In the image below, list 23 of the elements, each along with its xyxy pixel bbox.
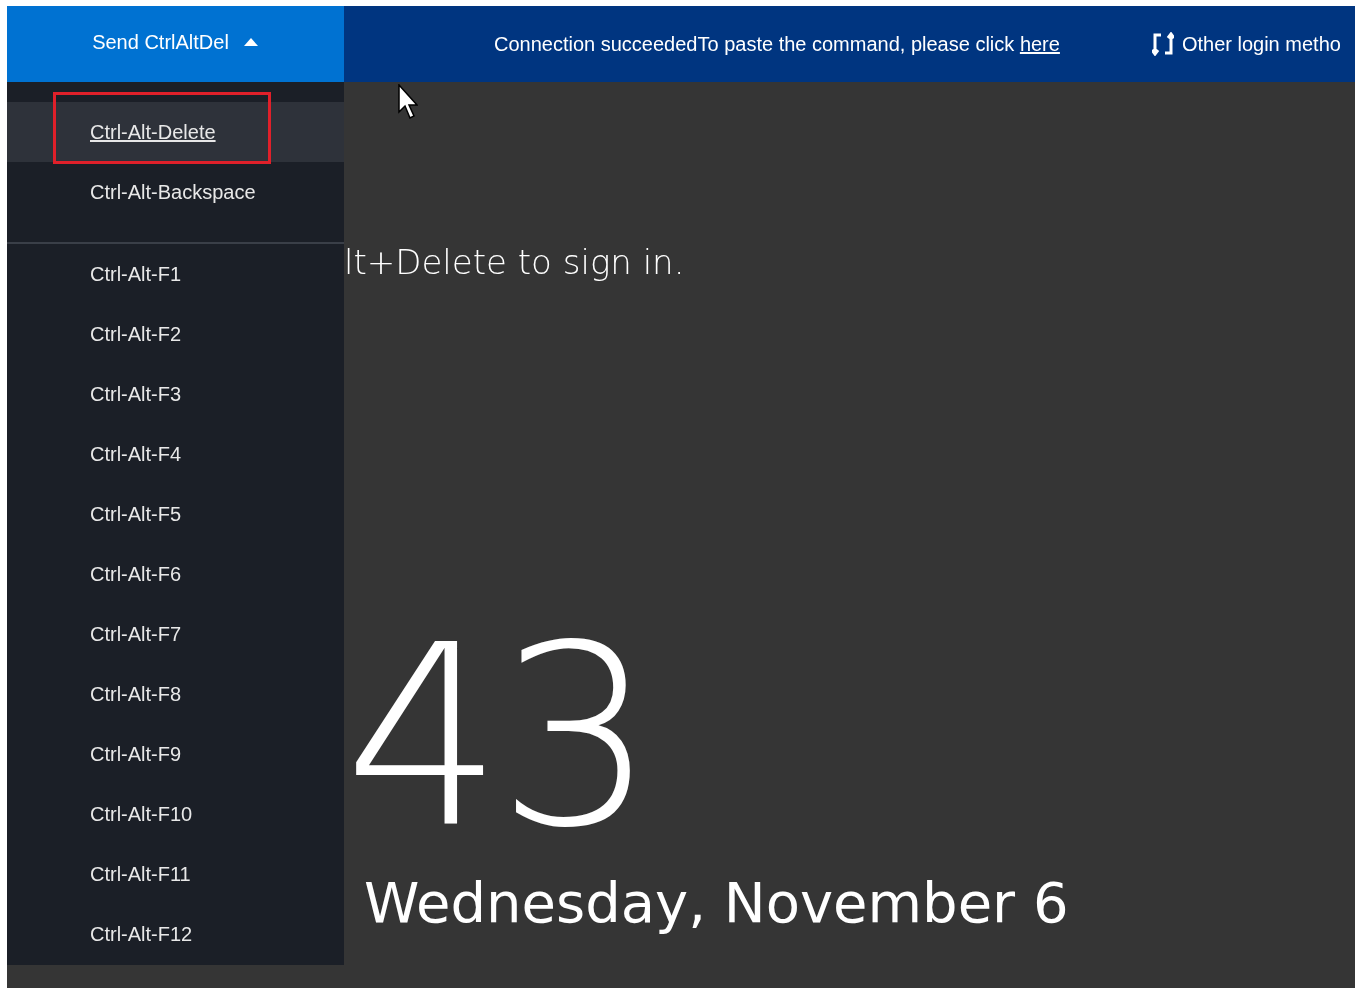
caret-icon: [242, 37, 259, 47]
menu-item[interactable]: Ctrl-Alt-Delete: [7, 102, 344, 162]
menu-item[interactable]: Ctrl-Alt-F5: [7, 484, 344, 544]
menu-item[interactable]: Ctrl-Alt-F6: [7, 544, 344, 604]
menu-item[interactable]: Ctrl-Alt-F8: [7, 664, 344, 724]
menu-item[interactable]: Ctrl-Alt-F11: [7, 844, 344, 904]
clock-date: Wednesday, November 6: [364, 870, 1070, 935]
send-ctrlaltdel-button[interactable]: Send CtrlAltDel: [7, 6, 344, 82]
connection-message: Connection succeededTo paste the command, please click here: [494, 32, 1060, 56]
menu-item[interactable]: Ctrl-Alt-F4: [7, 424, 344, 484]
menu-item[interactable]: Ctrl-Alt-F7: [7, 604, 344, 664]
clock-time: 43: [344, 612, 651, 862]
menu-item[interactable]: Ctrl-Alt-Backspace: [7, 162, 344, 222]
menu-item[interactable]: Ctrl-Alt-F9: [7, 724, 344, 784]
menu-item[interactable]: Ctrl-Alt-F10: [7, 784, 344, 844]
menu-item[interactable]: Ctrl-Alt-F12: [7, 904, 344, 964]
here-link[interactable]: here: [1019, 32, 1060, 55]
menu-item[interactable]: Ctrl-Alt-F3: [7, 364, 344, 424]
swap-icon: [1151, 32, 1174, 56]
other-login-link[interactable]: Other login metho: [1181, 32, 1341, 56]
menu-item[interactable]: Ctrl-Alt-F2: [7, 304, 344, 364]
menu-item[interactable]: Ctrl-Alt-F1: [7, 244, 344, 304]
sign-in-hint: lt+Delete to sign in.: [344, 242, 686, 282]
